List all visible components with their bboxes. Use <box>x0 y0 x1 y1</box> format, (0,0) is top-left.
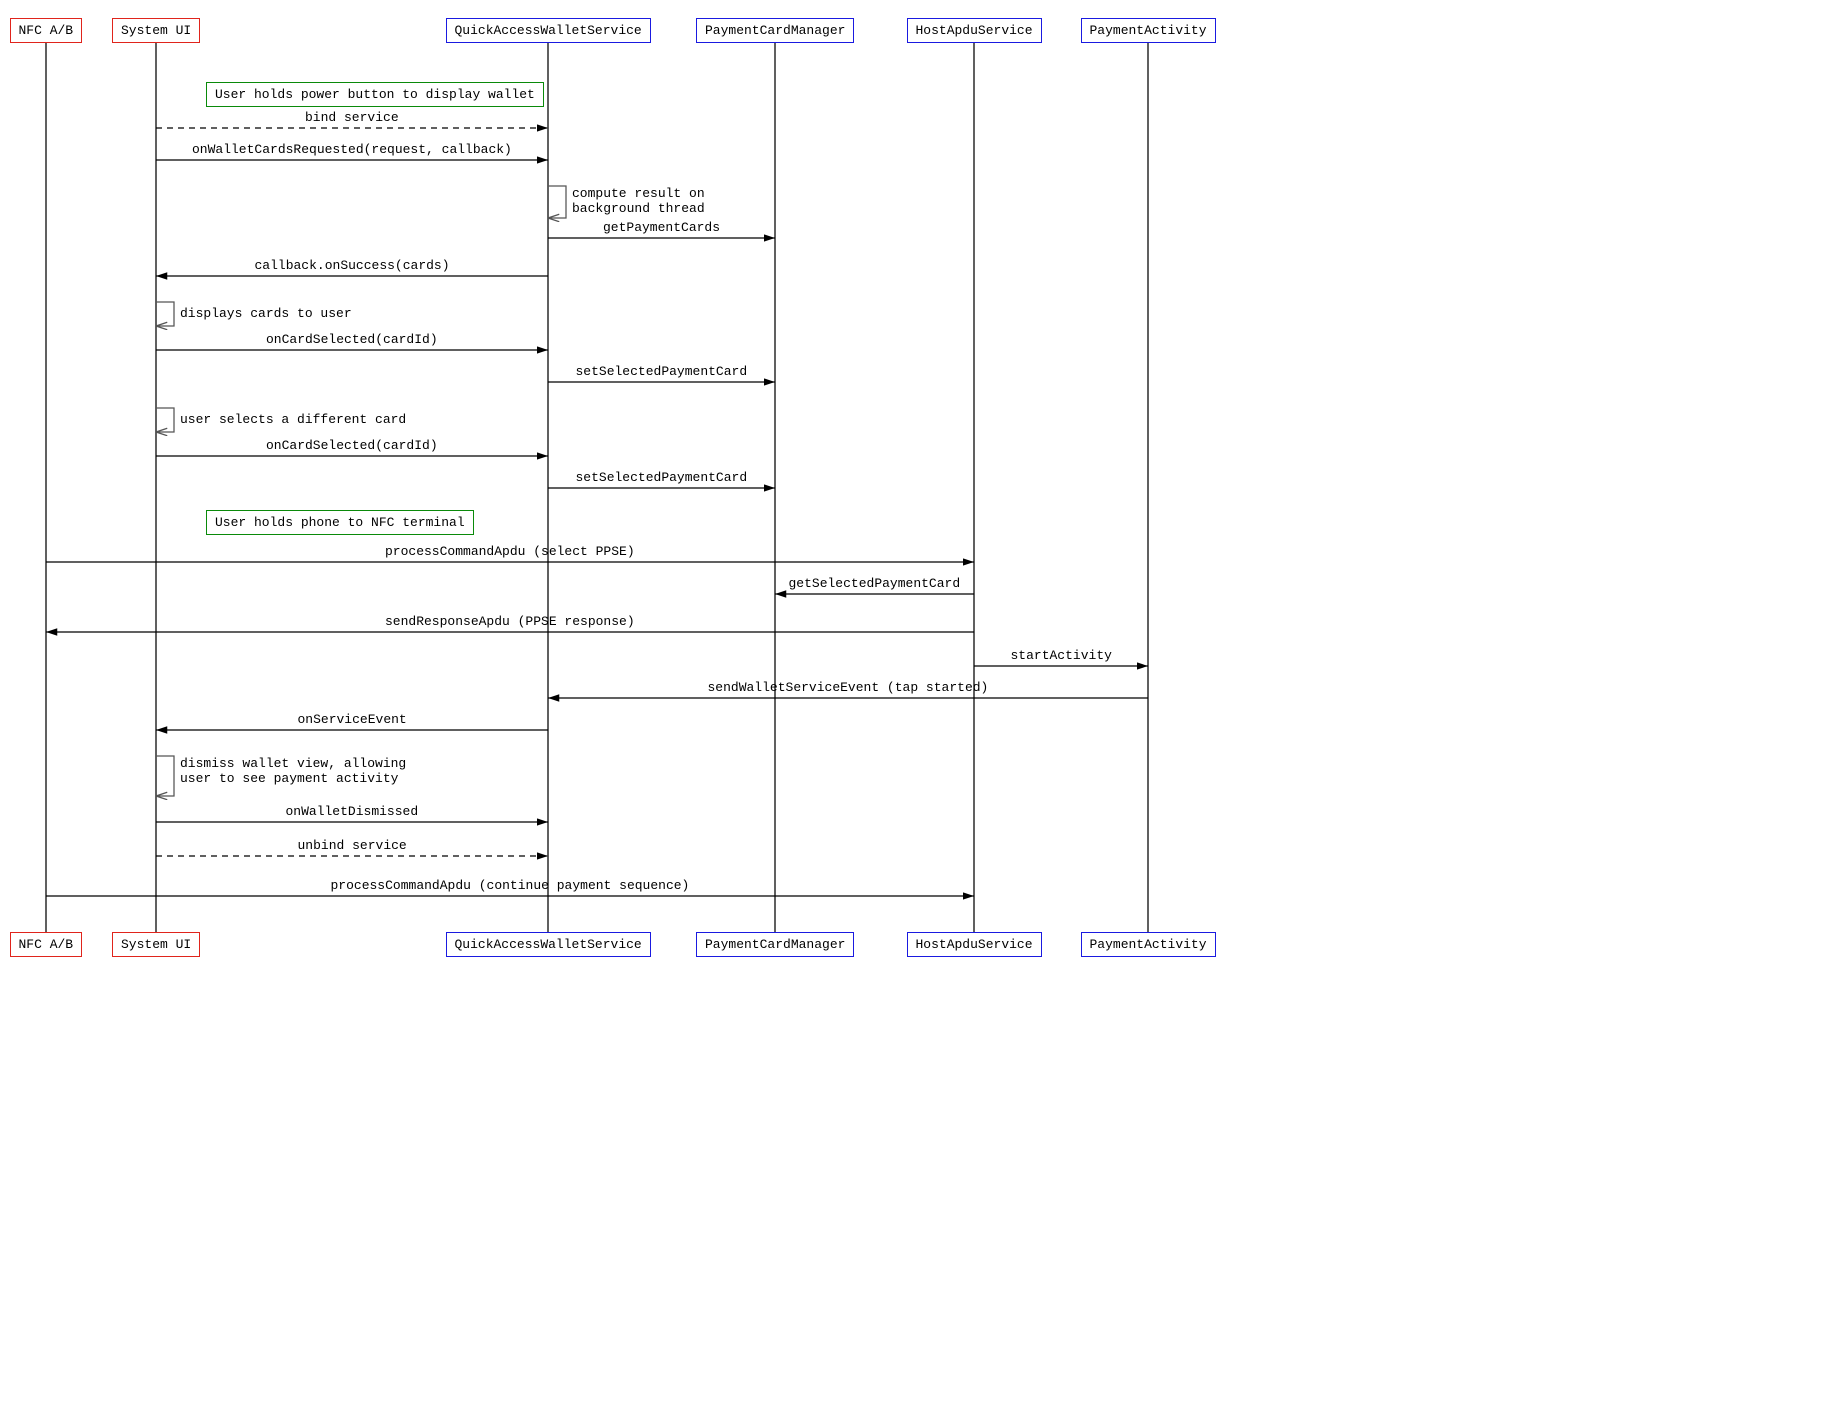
message-label: startActivity <box>1009 648 1114 663</box>
self-message-label: compute result on background thread <box>572 186 705 216</box>
message-label: onCardSelected(cardId) <box>264 332 440 347</box>
message-label: setSelectedPaymentCard <box>574 470 750 485</box>
message-label: bind service <box>303 110 401 125</box>
participant-sysui: System UI <box>112 18 200 43</box>
self-message-label: displays cards to user <box>180 306 352 321</box>
note: User holds power button to display walle… <box>206 82 544 107</box>
participant-pcm: PaymentCardManager <box>696 932 854 957</box>
message-label: setSelectedPaymentCard <box>574 364 750 379</box>
message-label: sendWalletServiceEvent (tap started) <box>706 680 991 695</box>
message-label: callback.onSuccess(cards) <box>253 258 452 273</box>
message-label: onCardSelected(cardId) <box>264 438 440 453</box>
message-label: processCommandApdu (continue payment seq… <box>329 878 692 893</box>
self-message-label: dismiss wallet view, allowing user to se… <box>180 756 406 786</box>
self-message-label: user selects a different card <box>180 412 406 427</box>
participant-has: HostApduService <box>907 932 1042 957</box>
message-label: getSelectedPaymentCard <box>787 576 963 591</box>
message-label: onWalletDismissed <box>284 804 421 819</box>
participant-sysui: System UI <box>112 932 200 957</box>
message-label: unbind service <box>296 838 409 853</box>
participant-has: HostApduService <box>907 18 1042 43</box>
message-label: sendResponseApdu (PPSE response) <box>383 614 637 629</box>
participant-qaws: QuickAccessWalletService <box>446 932 651 957</box>
note: User holds phone to NFC terminal <box>206 510 474 535</box>
message-label: getPaymentCards <box>601 220 722 235</box>
participant-pa: PaymentActivity <box>1081 18 1216 43</box>
participant-pa: PaymentActivity <box>1081 932 1216 957</box>
participant-nfc: NFC A/B <box>10 18 83 43</box>
message-label: onWalletCardsRequested(request, callback… <box>190 142 514 157</box>
participant-nfc: NFC A/B <box>10 932 83 957</box>
message-label: processCommandApdu (select PPSE) <box>383 544 637 559</box>
message-label: onServiceEvent <box>296 712 409 727</box>
participant-qaws: QuickAccessWalletService <box>446 18 651 43</box>
participant-pcm: PaymentCardManager <box>696 18 854 43</box>
